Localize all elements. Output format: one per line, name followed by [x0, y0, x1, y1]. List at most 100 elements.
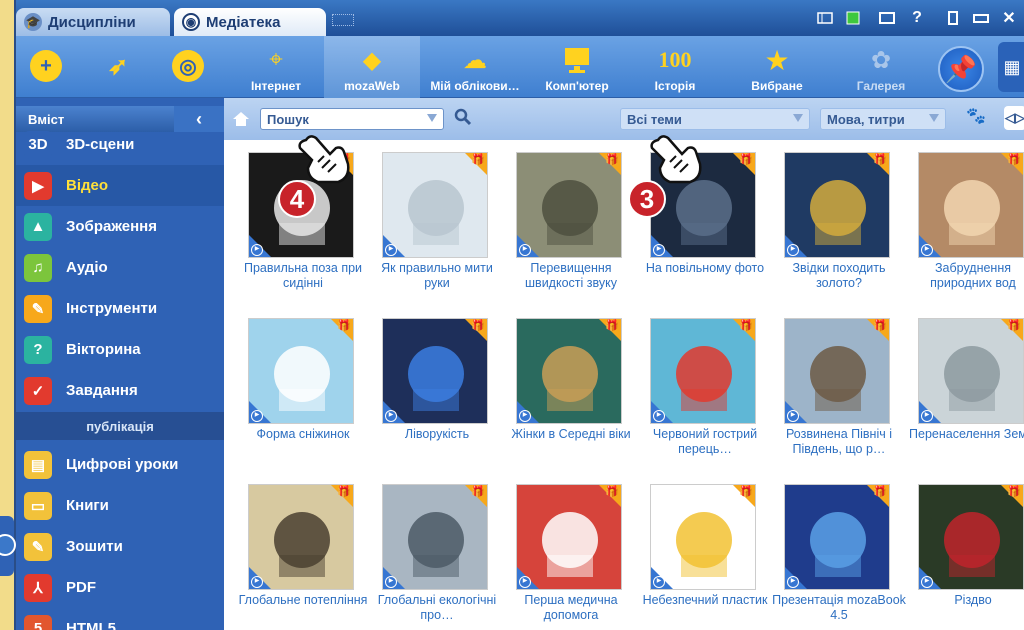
- toolbar-computer[interactable]: Комп'ютер: [532, 36, 622, 98]
- video-title[interactable]: Різдво: [906, 593, 1024, 608]
- video-title[interactable]: Червоний гострий перець…: [638, 427, 772, 457]
- video-title[interactable]: Перенаселення Землі: [906, 427, 1024, 442]
- video-thumbnail[interactable]: 🎁 ▶: [248, 484, 354, 590]
- side-handle[interactable]: [0, 516, 16, 576]
- screen-icon[interactable]: [844, 9, 862, 27]
- video-title[interactable]: Забруднення природних вод: [906, 261, 1024, 291]
- window-icon[interactable]: [944, 9, 962, 27]
- video-thumbnail[interactable]: 🎁 ▶: [516, 152, 622, 258]
- toolbar-my-account[interactable]: ☁ Мій облікови…: [420, 36, 530, 98]
- play-icon: ▶: [251, 576, 263, 588]
- video-title[interactable]: Жінки в Середні віки: [504, 427, 638, 442]
- sidebar-item-pdf[interactable]: ⅄ PDF: [16, 567, 224, 608]
- video-thumbnail[interactable]: 🎁 ▶: [918, 484, 1024, 590]
- video-title[interactable]: Форма сніжинок: [236, 427, 370, 442]
- video-thumbnail[interactable]: 🎁 ▶: [784, 318, 890, 424]
- video-thumbnail[interactable]: 🎁 ▶: [516, 318, 622, 424]
- play-icon: ▶: [653, 410, 665, 422]
- target-icon[interactable]: ◎: [172, 50, 204, 82]
- sidebar-item-tasks[interactable]: ✓ Завдання: [16, 370, 224, 411]
- sidebar-item-3d[interactable]: 3D 3D-сцени: [16, 124, 224, 165]
- gallery-icon: ✿: [870, 46, 892, 74]
- video-card[interactable]: 🎁 ▶ Звідки походить золото?: [772, 140, 906, 290]
- video-card[interactable]: 🎁 ▶ Презентація mozaBook 4.5: [772, 472, 906, 622]
- toolbar-history[interactable]: 100 Історія: [630, 36, 720, 98]
- new-tab-grip[interactable]: [332, 14, 354, 26]
- layout-icon[interactable]: [816, 9, 834, 27]
- video-card[interactable]: 🎁 ▶ Глобальне потепління: [236, 472, 370, 622]
- video-card[interactable]: 🎁 ▶ Перенаселення Землі: [906, 306, 1024, 456]
- video-card[interactable]: 🎁 ▶ Жінки в Середні віки: [504, 306, 638, 456]
- sidebar-item-notebooks[interactable]: ✎ Зошити: [16, 526, 224, 567]
- video-thumbnail[interactable]: 🎁 ▶: [784, 152, 890, 258]
- video-thumbnail[interactable]: 🎁 ▶: [382, 152, 488, 258]
- language-select[interactable]: Мова, титри: [820, 108, 946, 130]
- video-title[interactable]: Презентація mozaBook 4.5: [772, 593, 906, 623]
- rocket-icon[interactable]: ➶: [102, 50, 134, 82]
- video-card[interactable]: 🎁 ▶ Перевищення швидкості звуку: [504, 140, 638, 290]
- video-thumbnail[interactable]: 🎁 ▶: [918, 318, 1024, 424]
- video-card[interactable]: 🎁 ▶ Небезпечний пластик: [638, 472, 772, 622]
- video-title[interactable]: Звідки походить золото?: [772, 261, 906, 291]
- sidebar-item-audio[interactable]: ♫ Аудіо: [16, 247, 224, 288]
- search-icon[interactable]: [454, 108, 472, 131]
- video-title[interactable]: Перевищення швидкості звуку: [504, 261, 638, 291]
- toolbar-label: Історія: [654, 79, 696, 93]
- tab-disciplines[interactable]: 🎓 Дисципліни: [16, 8, 170, 36]
- gift-icon: 🎁: [739, 154, 753, 166]
- video-card[interactable]: 🎁 ▶ Глобальні екологічні про…: [370, 472, 504, 622]
- sidebar-item-image[interactable]: ▲ Зображення: [16, 206, 224, 247]
- toolbar-mozaweb[interactable]: ◆ mozaWeb: [324, 36, 420, 98]
- video-title[interactable]: Глобальні екологічні про…: [370, 593, 504, 623]
- play-icon: ▶: [519, 244, 531, 256]
- video-title[interactable]: Як правильно мити руки: [370, 261, 504, 291]
- video-title[interactable]: На повільному фото: [638, 261, 772, 276]
- sidebar-item-books[interactable]: ▭ Книги: [16, 485, 224, 526]
- minimize-icon[interactable]: [972, 9, 990, 27]
- sidebar-item-video[interactable]: ▶ Відео: [16, 165, 224, 206]
- html5-icon: 5: [24, 614, 52, 630]
- video-thumbnail[interactable]: 🎁 ▶: [248, 318, 354, 424]
- sidebar-item-html5[interactable]: 5 HTML5: [16, 608, 224, 630]
- toolbar-favorites[interactable]: ★ Вибране: [732, 36, 822, 98]
- home-icon[interactable]: [232, 110, 250, 133]
- gift-icon: 🎁: [337, 486, 351, 498]
- video-card[interactable]: 🎁 ▶ Забруднення природних вод: [906, 140, 1024, 290]
- monitor-icon[interactable]: [878, 9, 896, 27]
- video-thumbnail[interactable]: 🎁 ▶: [650, 318, 756, 424]
- sidebar: Вміст ‹ 3D 3D-сцени ▶ Відео ▲ Зображення ♫ Ауді…: [16, 98, 224, 630]
- video-thumbnail[interactable]: 🎁 ▶: [784, 484, 890, 590]
- video-thumbnail[interactable]: 🎁 ▶: [650, 484, 756, 590]
- video-card[interactable]: 🎁 ▶ Перша медична допомога: [504, 472, 638, 622]
- video-card[interactable]: 🎁 ▶ Червоний гострий перець…: [638, 306, 772, 456]
- add-icon[interactable]: +: [30, 50, 62, 82]
- video-card[interactable]: 🎁 ▶ Як правильно мити руки: [370, 140, 504, 290]
- video-title[interactable]: Перша медична допомога: [504, 593, 638, 623]
- help-icon[interactable]: ?: [908, 9, 926, 27]
- toolbar-internet[interactable]: ⌖ Інтернет: [228, 36, 324, 98]
- video-title[interactable]: Глобальне потепління: [236, 593, 370, 608]
- video-thumbnail[interactable]: 🎁 ▶: [382, 484, 488, 590]
- sidebar-item-digital-lessons[interactable]: ▤ Цифрові уроки: [16, 444, 224, 485]
- video-card[interactable]: 🎁 ▶ Різдво: [906, 472, 1024, 622]
- video-thumbnail[interactable]: 🎁 ▶: [918, 152, 1024, 258]
- arrows-icon[interactable]: ◁▷: [1004, 106, 1024, 130]
- paw-filter-icon[interactable]: 🐾: [966, 106, 986, 126]
- video-thumbnail[interactable]: 🎁 ▶: [516, 484, 622, 590]
- picture-panel-icon[interactable]: ▦: [998, 42, 1024, 92]
- gift-icon: 🎁: [739, 486, 753, 498]
- video-title[interactable]: Ліворукість: [370, 427, 504, 442]
- video-card[interactable]: 🎁 ▶ Ліворукість: [370, 306, 504, 456]
- video-title[interactable]: Небезпечний пластик: [638, 593, 772, 608]
- sidebar-item-tools[interactable]: ✎ Інструменти: [16, 288, 224, 329]
- video-title[interactable]: Правильна поза при сидінні: [236, 261, 370, 291]
- tab-mediateka[interactable]: ◉ Медіатека: [174, 8, 326, 36]
- pin-icon[interactable]: 📌: [938, 46, 984, 92]
- video-card[interactable]: 🎁 ▶ Розвинена Північ і Південь, що р…: [772, 306, 906, 456]
- sidebar-item-quiz[interactable]: ? Вікторина: [16, 329, 224, 370]
- video-card[interactable]: 🎁 ▶ Форма сніжинок: [236, 306, 370, 456]
- video-title[interactable]: Розвинена Північ і Південь, що р…: [772, 427, 906, 457]
- video-thumbnail[interactable]: 🎁 ▶: [382, 318, 488, 424]
- callout-badge-3: 3: [628, 180, 666, 218]
- close-icon[interactable]: ✕: [1000, 9, 1018, 27]
